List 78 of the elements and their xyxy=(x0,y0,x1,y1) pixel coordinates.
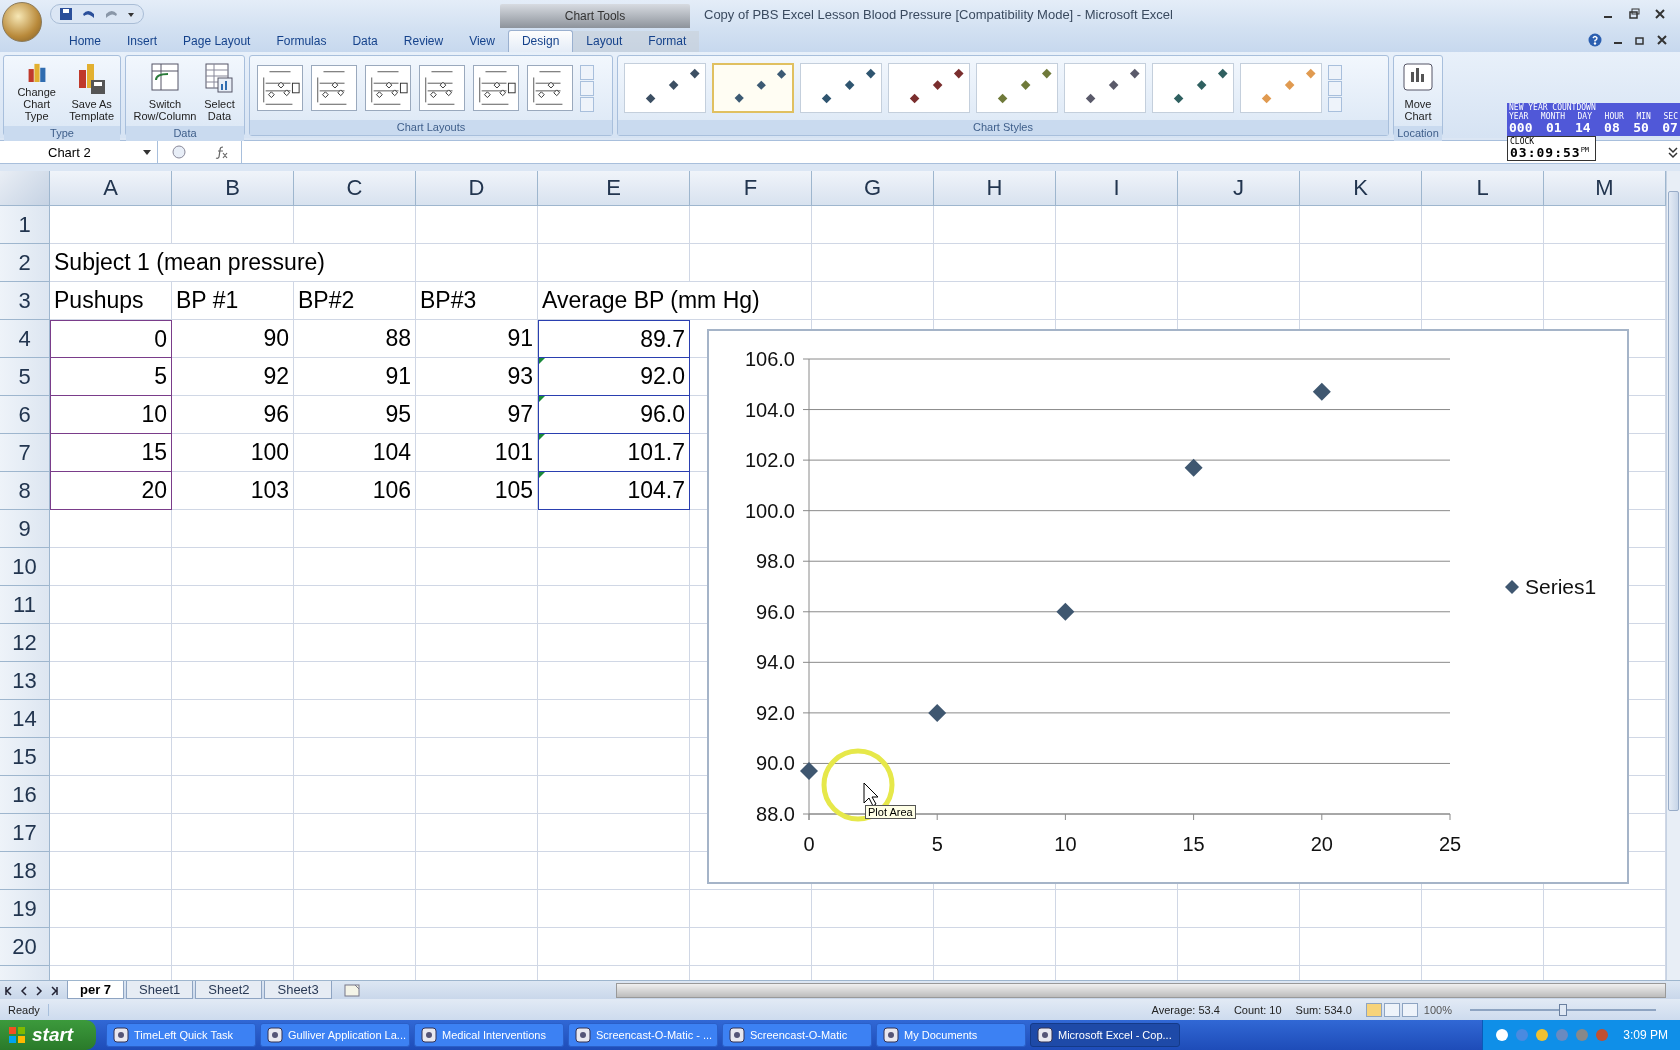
countdown-value: 14 xyxy=(1575,121,1591,135)
table-cell: 92 xyxy=(172,358,294,396)
countdown-value: 01 xyxy=(1545,121,1562,135)
legend-label: Series1 xyxy=(1525,575,1597,598)
axis-label: 10 xyxy=(1054,833,1077,855)
countdown-value: 07 xyxy=(1662,121,1678,135)
table-cell: 89.7 xyxy=(538,320,690,358)
contextual-tab-label: Chart Tools xyxy=(500,4,690,28)
axis-label: 102.0 xyxy=(744,449,795,472)
countdown-value: 50 xyxy=(1633,121,1649,135)
group-label: Data xyxy=(126,126,244,141)
axis-label: 92.0 xyxy=(756,701,795,724)
countdown-unit: YEAR xyxy=(1509,112,1529,121)
countdown-value: 08 xyxy=(1604,121,1620,135)
table-cell: 105 xyxy=(416,472,538,510)
table-cell: 96.0 xyxy=(538,396,690,434)
status-mode: Ready xyxy=(0,1003,49,1016)
tooltip: Plot Area xyxy=(865,805,916,819)
axis-label: 5 xyxy=(931,833,943,855)
table-cell: 0 xyxy=(50,320,172,358)
countdown-unit: SEC xyxy=(1663,112,1678,121)
table-cell: 104.7 xyxy=(538,472,690,510)
table-cell: 96 xyxy=(172,396,294,434)
countdown-unit: MIN xyxy=(1636,112,1651,121)
countdown-unit: HOUR xyxy=(1604,112,1624,121)
table-cell: 95 xyxy=(294,396,416,434)
table-cell: Subject 1 (mean pressure) xyxy=(50,244,416,282)
axis-label: 98.0 xyxy=(756,550,795,573)
axis-label: 90.0 xyxy=(756,752,795,775)
window-title: Copy of PBS Excel Lesson Blood Pressure [Compatibility Mode] - Microsoft Excel xyxy=(704,6,1173,22)
axis-label: 15 xyxy=(1182,833,1205,855)
axis-label: 25 xyxy=(1438,833,1462,855)
table-cell: 93 xyxy=(416,358,538,396)
table-cell: Average BP (mm Hg) xyxy=(538,282,812,320)
table-cell: 106 xyxy=(294,472,416,510)
group-label: Location xyxy=(1394,126,1442,141)
countdown-unit: MONTH xyxy=(1540,112,1565,121)
table-cell: 92.0 xyxy=(538,358,690,396)
table-cell: 88 xyxy=(294,320,416,358)
table-cell: 20 xyxy=(50,472,172,510)
axis-label: 96.0 xyxy=(756,600,795,623)
table-cell: 5 xyxy=(50,358,172,396)
table-cell: 100 xyxy=(172,434,294,472)
axis-label: 100.0 xyxy=(744,499,795,522)
table-cell: 10 xyxy=(50,396,172,434)
axis-label: 106.0 xyxy=(744,348,795,370)
table-cell: 101.7 xyxy=(538,434,690,472)
table-cell: BP#3 xyxy=(416,282,538,320)
axis-label: 0 xyxy=(803,833,815,855)
table-cell: 104 xyxy=(294,434,416,472)
table-cell: 97 xyxy=(416,396,538,434)
clock-time: 03:09:53 xyxy=(1510,146,1581,160)
start-label: start xyxy=(32,1024,74,1046)
table-cell: BP#2 xyxy=(294,282,416,320)
table-cell: BP #1 xyxy=(172,282,294,320)
status-stat: Sum: 534.0 xyxy=(1295,1003,1352,1016)
table-cell: 91 xyxy=(416,320,538,358)
table-cell: 90 xyxy=(172,320,294,358)
table-cell: 103 xyxy=(172,472,294,510)
clock-time: 3:09 PM xyxy=(1623,1028,1668,1042)
table-cell: 91 xyxy=(294,358,416,396)
table-cell: 15 xyxy=(50,434,172,472)
group-label: Chart Layouts xyxy=(250,120,612,135)
axis-label: 94.0 xyxy=(756,651,795,674)
table-cell: Pushups xyxy=(50,282,172,320)
status-stat: Average: 53.4 xyxy=(1151,1003,1220,1016)
countdown-title: NEW YEAR COUNTDOWN xyxy=(1509,103,1597,112)
countdown-value: 000 xyxy=(1509,121,1533,135)
status-stat: Count: 10 xyxy=(1233,1003,1282,1016)
axis-label: 20 xyxy=(1310,833,1333,855)
clock-label: CLOCK xyxy=(1510,137,1536,146)
axis-label: 88.0 xyxy=(756,803,795,825)
table-cell: 101 xyxy=(416,434,538,472)
group-label: Type xyxy=(4,126,120,141)
axis-label: 104.0 xyxy=(744,398,795,421)
countdown-unit: DAY xyxy=(1577,112,1592,121)
group-label: Chart Styles xyxy=(618,120,1388,135)
name-box-value: Chart 2 xyxy=(48,144,91,160)
